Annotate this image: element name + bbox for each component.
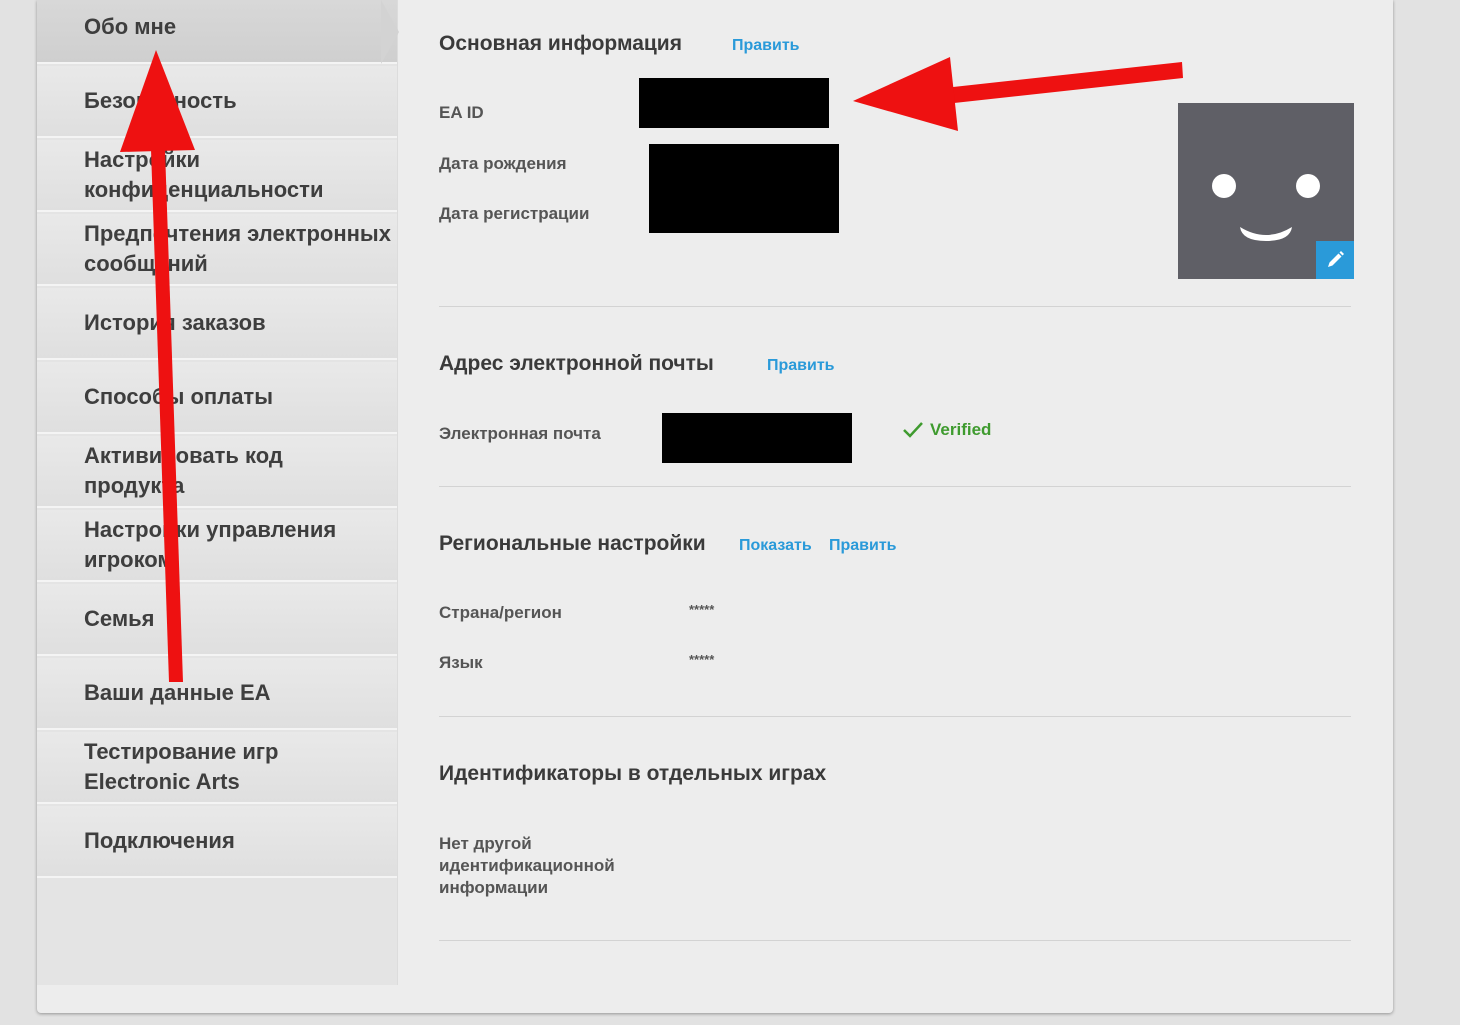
avatar-edit-button[interactable] <box>1316 241 1354 279</box>
birth-date-label: Дата рождения <box>439 154 567 173</box>
country-value: ***** <box>689 602 715 617</box>
game-ids-title: Идентификаторы в отдельных играх <box>439 762 827 785</box>
divider <box>439 716 1351 717</box>
checkmark-icon <box>903 422 923 438</box>
email-section-title: Адрес электронной почты <box>439 352 714 375</box>
sidebar-item-about-me[interactable]: Обо мне <box>37 0 397 64</box>
sidebar-nav: Обо мне Безопасность Настройки конфиденц… <box>37 0 399 985</box>
basic-info-title: Основная информация <box>439 32 682 55</box>
email-edit-link[interactable]: Править <box>767 357 835 375</box>
sidebar-item-security[interactable]: Безопасность <box>37 66 397 138</box>
sidebar-item-label: Семья <box>84 606 155 631</box>
sidebar-item-label: Ваши данные EA <box>84 680 271 705</box>
main-content: Основная информация Править EA ID Дата р… <box>397 0 1393 985</box>
divider <box>439 306 1351 307</box>
sidebar-item-label: Настройки управления игроком <box>84 517 337 572</box>
verified-text: Verified <box>930 420 992 439</box>
sidebar-item-email-preferences[interactable]: Предпочтения электронных сообщений <box>37 214 397 286</box>
regional-edit-link[interactable]: Править <box>829 537 897 555</box>
divider <box>439 940 1351 941</box>
sidebar-item-order-history[interactable]: История заказов <box>37 288 397 360</box>
language-value: ***** <box>689 652 715 667</box>
sidebar-item-label: Способы оплаты <box>84 384 273 409</box>
sidebar-item-label: Подключения <box>84 828 235 853</box>
sidebar-item-your-ea-data[interactable]: Ваши данные EA <box>37 658 397 730</box>
ea-id-label: EA ID <box>439 103 484 122</box>
verified-status: Verified <box>902 420 991 440</box>
sidebar-item-family[interactable]: Семья <box>37 584 397 656</box>
sidebar-item-label: Обо мне <box>84 14 177 39</box>
regional-title: Региональные настройки <box>439 532 706 555</box>
sidebar-item-player-management[interactable]: Настройки управления игроком <box>37 510 397 582</box>
sidebar-item-game-testing[interactable]: Тестирование игр Electronic Arts <box>37 732 397 804</box>
sidebar-item-label: Предпочтения электронных сообщений <box>84 221 391 276</box>
sidebar-item-label: Активировать код продукта <box>84 443 283 498</box>
game-ids-empty-text: Нет другой идентификационной информации <box>439 834 615 897</box>
avatar <box>1178 103 1354 279</box>
divider <box>439 486 1351 487</box>
dates-redacted <box>649 144 839 233</box>
sidebar-item-redeem-code[interactable]: Активировать код продукта <box>37 436 397 508</box>
sidebar-item-label: Тестирование игр Electronic Arts <box>84 739 279 794</box>
ea-id-redacted <box>639 78 829 128</box>
sidebar-item-privacy[interactable]: Настройки конфиденциальности <box>37 140 397 212</box>
sidebar-item-label: Настройки конфиденциальности <box>84 147 324 202</box>
language-label: Язык <box>439 653 483 672</box>
email-label: Электронная почта <box>439 424 601 443</box>
registration-date-label: Дата регистрации <box>439 204 590 223</box>
sidebar-item-payment-methods[interactable]: Способы оплаты <box>37 362 397 434</box>
email-redacted <box>662 413 852 463</box>
sidebar-item-connections[interactable]: Подключения <box>37 806 397 878</box>
regional-show-link[interactable]: Показать <box>739 537 812 555</box>
basic-info-edit-link[interactable]: Править <box>732 37 800 55</box>
country-label: Страна/регион <box>439 603 562 622</box>
sidebar-item-label: Безопасность <box>84 88 237 113</box>
account-panel: Обо мне Безопасность Настройки конфиденц… <box>37 0 1393 1013</box>
pencil-icon <box>1328 251 1344 267</box>
sidebar-item-label: История заказов <box>84 310 266 335</box>
